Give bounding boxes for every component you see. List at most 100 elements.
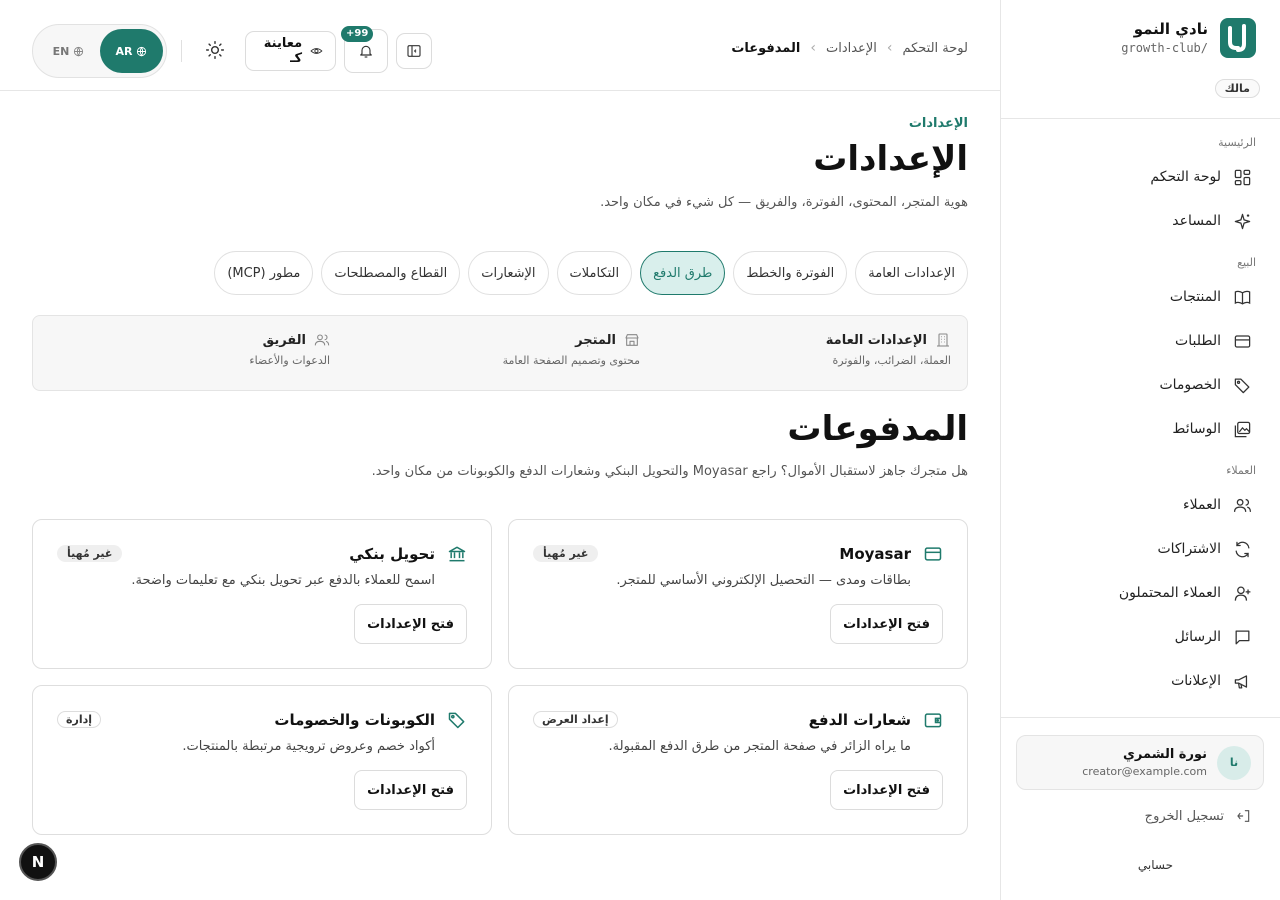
- breadcrumb-item-settings[interactable]: الإعدادات: [826, 41, 877, 56]
- lang-option-en[interactable]: EN: [37, 29, 100, 73]
- globe-icon: [74, 46, 84, 57]
- payment-card-logos: شعارات الدفع إعداد العرض ما يراه الزائر …: [508, 685, 968, 835]
- sidebar-item-label: الرسائل: [1174, 629, 1221, 645]
- logout-button[interactable]: تسجيل الخروج: [1145, 808, 1252, 824]
- open-settings-button[interactable]: فتح الإعدادات: [830, 770, 943, 810]
- logout-label: تسجيل الخروج: [1144, 808, 1224, 824]
- sidebar-item-dashboard[interactable]: لوحة التحكم: [1001, 155, 1280, 199]
- sidebar-item-label: المنتجات: [1169, 289, 1221, 305]
- images-icon: [1234, 421, 1251, 437]
- quick-link-desc: العملة، الضرائب، والفوترة: [832, 354, 951, 367]
- quick-link-desc: الدعوات والأعضاء: [249, 354, 330, 367]
- sidebar-item-announcements[interactable]: الإعلانات: [1001, 659, 1280, 703]
- quick-links: الإعدادات العامة العملة، الضرائب، والفوت…: [32, 315, 968, 391]
- card-description: أكواد خصم وعروض ترويجية مرتبطة بالمنتجات…: [182, 739, 435, 754]
- avatar: نا: [1217, 745, 1251, 780]
- account-link[interactable]: حسابي: [1138, 858, 1173, 872]
- tab-general[interactable]: الإعدادات العامة: [855, 251, 968, 295]
- card-title: تحويل بنكي: [349, 545, 435, 563]
- settings-tabs: الإعدادات العامة الفوترة والخطط طرق الدف…: [214, 251, 968, 295]
- user-name: نورة الشمري: [1123, 746, 1207, 762]
- sidebar-item-customers[interactable]: العملاء: [1001, 483, 1280, 527]
- language-toggle: EN AR: [32, 24, 167, 78]
- quick-link-title: الفريق: [262, 332, 306, 348]
- card-title: شعارات الدفع: [808, 711, 911, 729]
- megaphone-icon: [1234, 674, 1248, 688]
- notifications-badge: +99: [341, 26, 374, 42]
- status-badge: إدارة: [57, 711, 102, 728]
- credit-card-icon: [924, 547, 942, 561]
- breadcrumb-item-dashboard[interactable]: لوحة التحكم: [902, 41, 968, 56]
- sidebar-item-label: الإعلانات: [1171, 673, 1221, 689]
- panel-toggle-icon: [407, 45, 421, 57]
- sidebar: نادي النمو growth-club/ مالك الرئيسية لو…: [1000, 0, 1280, 900]
- payment-card-bank-transfer: تحويل بنكي غير مُهيأ اسمح للعملاء بالدفع…: [32, 519, 492, 669]
- sidebar-item-label: الاشتراكات: [1157, 541, 1221, 557]
- tab-developer-mcp[interactable]: مطور (MCP): [214, 251, 314, 295]
- card-description: ما يراه الزائر في صفحة المتجر من طرق الد…: [608, 739, 911, 754]
- page-subtitle: هوية المتجر، المحتوى، الفوترة، والفريق —…: [600, 195, 968, 210]
- sidebar-item-label: الطلبات: [1175, 333, 1221, 349]
- preview-label: معاينة كـ: [263, 36, 303, 66]
- sidebar-item-label: العملاء: [1183, 497, 1221, 513]
- users-icon: [1233, 498, 1252, 512]
- store-icon: [625, 334, 639, 346]
- quick-link-team[interactable]: الفريق الدعوات والأعضاء: [249, 332, 330, 368]
- bank-icon: [448, 546, 466, 562]
- lang-ar-label: AR: [115, 44, 133, 58]
- sidebar-item-orders[interactable]: الطلبات: [1001, 319, 1280, 363]
- role-badge: مالك: [1214, 79, 1260, 98]
- payment-card-moyasar: Moyasar غير مُهيأ بطاقات ومدى — التحصيل …: [508, 519, 968, 669]
- divider: [1001, 717, 1280, 718]
- user-plus-icon: [1234, 586, 1251, 601]
- user-card[interactable]: نا نورة الشمري creator@example.com: [1016, 735, 1264, 790]
- breadcrumb-item-current: المدفوعات: [731, 40, 801, 56]
- sidebar-item-assistant[interactable]: المساعد: [1001, 199, 1280, 243]
- status-badge: غير مُهيأ: [57, 545, 123, 562]
- status-badge: إعداد العرض: [533, 711, 618, 728]
- brand[interactable]: نادي النمو growth-club/: [1121, 18, 1256, 58]
- lang-option-ar[interactable]: AR: [100, 29, 163, 73]
- sidebar-item-products[interactable]: المنتجات: [1001, 275, 1280, 319]
- bell-icon: [360, 45, 372, 58]
- card-description: بطاقات ومدى — التحصيل الإلكتروني الأساسي…: [616, 573, 911, 588]
- lang-en-label: EN: [52, 44, 70, 58]
- open-settings-button[interactable]: فتح الإعدادات: [830, 604, 943, 644]
- team-icon: [314, 334, 330, 346]
- sidebar-item-leads[interactable]: العملاء المحتملون: [1001, 571, 1280, 615]
- quick-link-title: الإعدادات العامة: [825, 332, 927, 348]
- payment-card-coupons: الكوبونات والخصومات إدارة أكواد خصم وعرو…: [32, 685, 492, 835]
- sidebar-item-media[interactable]: الوسائط: [1001, 407, 1280, 451]
- tags-icon: [1234, 378, 1250, 393]
- logout-icon: [1237, 810, 1250, 822]
- quick-link-store[interactable]: المتجر محتوى وتصميم الصفحة العامة: [502, 332, 640, 368]
- tab-integrations[interactable]: التكاملات: [556, 251, 633, 295]
- building-icon: [937, 333, 949, 347]
- tab-sector-terms[interactable]: القطاع والمصطلحات: [321, 251, 461, 295]
- open-settings-button[interactable]: فتح الإعدادات: [354, 604, 467, 644]
- open-settings-button[interactable]: فتح الإعدادات: [354, 770, 467, 810]
- status-badge: غير مُهيأ: [533, 545, 599, 562]
- quick-link-desc: محتوى وتصميم الصفحة العامة: [502, 354, 640, 367]
- sidebar-section-label: الرئيسية: [1218, 136, 1256, 149]
- sun-icon[interactable]: [205, 40, 225, 60]
- preview-as-button[interactable]: معاينة كـ: [245, 31, 336, 71]
- sidebar-nav: الرئيسية لوحة التحكم المساعد البيع المنت…: [1001, 119, 1280, 717]
- eye-icon: [310, 48, 323, 54]
- sidebar-item-discounts[interactable]: الخصومات: [1001, 363, 1280, 407]
- sidebar-section-label: البيع: [1237, 256, 1256, 269]
- main-content: الإعدادات الإعدادات هوية المتجر، المحتوى…: [0, 91, 1000, 900]
- sidebar-toggle-button[interactable]: [396, 33, 432, 69]
- quick-link-title: المتجر: [575, 332, 616, 348]
- sidebar-item-messages[interactable]: الرسائل: [1001, 615, 1280, 659]
- sidebar-item-subscriptions[interactable]: الاشتراكات: [1001, 527, 1280, 571]
- tab-notifications[interactable]: الإشعارات: [468, 251, 549, 295]
- breadcrumb: لوحة التحكم › الإعدادات › المدفوعات: [731, 40, 968, 56]
- divider: [181, 40, 182, 62]
- user-email: creator@example.com: [1082, 764, 1207, 778]
- tab-payment-methods[interactable]: طرق الدفع: [640, 251, 726, 295]
- topbar: لوحة التحكم › الإعدادات › المدفوعات +99 …: [0, 0, 1000, 91]
- nextjs-dev-button[interactable]: N: [19, 843, 57, 881]
- quick-link-general[interactable]: الإعدادات العامة العملة، الضرائب، والفوت…: [825, 332, 951, 368]
- tab-billing[interactable]: الفوترة والخطط: [733, 251, 848, 295]
